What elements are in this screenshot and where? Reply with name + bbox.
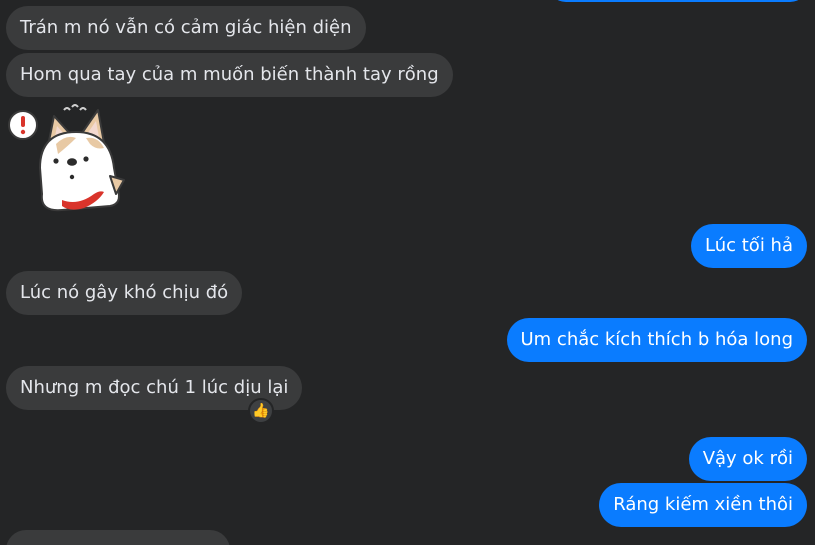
message-bubble-outgoing[interactable]: Lúc tối hả (691, 224, 807, 268)
thumbs-up-icon[interactable]: 👍 (248, 398, 274, 424)
message-bubble-incoming[interactable]: Trán m nó vẫn có cảm giác hiện diện (6, 6, 366, 50)
message-bubble-outgoing[interactable]: Vậy ok rồi (688, 437, 807, 481)
message-bubble-outgoing[interactable]: Ráng kiếm xiền thôi (599, 483, 807, 527)
message-bubble-incoming[interactable]: Lúc nó gây khó chịu đó (6, 271, 243, 315)
shiba-dog-exclamation-sticker[interactable] (6, 104, 130, 214)
message-bubble-outgoing[interactable]: Um chắc kích thích b hóa long (506, 318, 807, 362)
message-bubble-incoming-partial[interactable] (6, 530, 230, 545)
chat-message-list[interactable]: Trán m nó vẫn có cảm giác hiện diện Hom … (0, 0, 815, 545)
message-bubble-incoming[interactable]: Hom qua tay của m muốn biến thành tay rồ… (6, 53, 453, 97)
shiba-dog-exclamation-sticker-art (8, 104, 125, 212)
message-bubble-outgoing-partial[interactable] (548, 0, 808, 2)
